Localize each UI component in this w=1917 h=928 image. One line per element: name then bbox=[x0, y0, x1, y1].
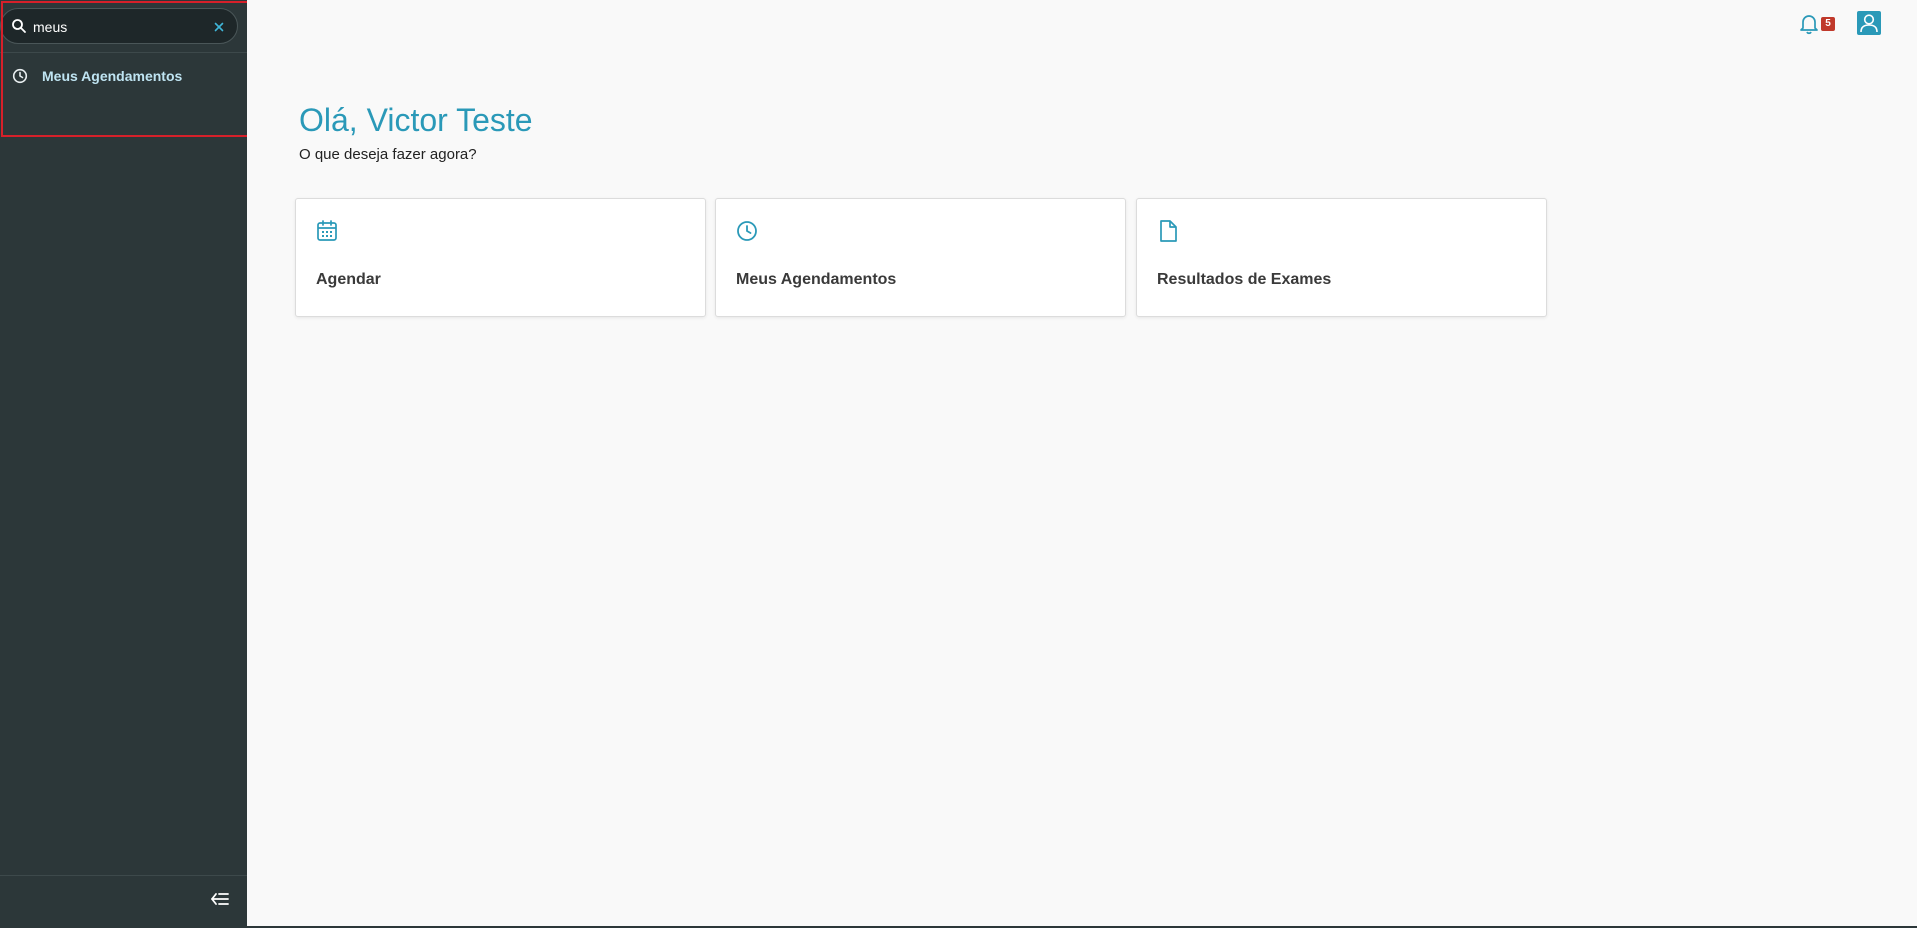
card-meus-agendamentos[interactable]: Meus Agendamentos bbox=[715, 198, 1126, 317]
sidebar: Meus Agendamentos bbox=[0, 0, 247, 928]
notifications-button[interactable]: 5 bbox=[1797, 11, 1837, 37]
bell-icon bbox=[1800, 15, 1818, 35]
card-resultados-de-exames[interactable]: Resultados de Exames bbox=[1136, 198, 1547, 317]
sidebar-bottom-divider bbox=[0, 875, 247, 876]
notification-count-badge: 5 bbox=[1821, 17, 1835, 31]
close-icon bbox=[214, 22, 224, 32]
user-icon bbox=[1860, 14, 1878, 33]
clock-icon bbox=[736, 219, 758, 243]
sidebar-item-label: Meus Agendamentos bbox=[42, 68, 183, 84]
sidebar-item-meus-agendamentos[interactable]: Meus Agendamentos bbox=[0, 62, 247, 90]
clock-icon bbox=[12, 68, 28, 84]
calendar-icon bbox=[316, 219, 338, 243]
search-input[interactable] bbox=[33, 15, 203, 39]
search-box bbox=[0, 8, 238, 44]
collapse-sidebar-button[interactable] bbox=[208, 888, 232, 910]
sidebar-divider bbox=[0, 52, 247, 53]
card-label: Agendar bbox=[316, 271, 381, 288]
user-profile-button[interactable] bbox=[1857, 11, 1881, 35]
search-icon bbox=[11, 18, 27, 34]
page-subtitle: O que deseja fazer agora? bbox=[299, 146, 477, 163]
page-title: Olá, Victor Teste bbox=[299, 102, 533, 138]
card-label: Meus Agendamentos bbox=[736, 271, 897, 288]
app-root: Meus Agendamentos 5 Olá, Victor Teste O … bbox=[0, 0, 1917, 928]
card-label: Resultados de Exames bbox=[1157, 271, 1332, 288]
document-icon bbox=[1157, 219, 1179, 243]
card-agendar[interactable]: Agendar bbox=[295, 198, 706, 317]
clear-search-button[interactable] bbox=[209, 17, 229, 37]
collapse-menu-icon bbox=[211, 893, 229, 905]
